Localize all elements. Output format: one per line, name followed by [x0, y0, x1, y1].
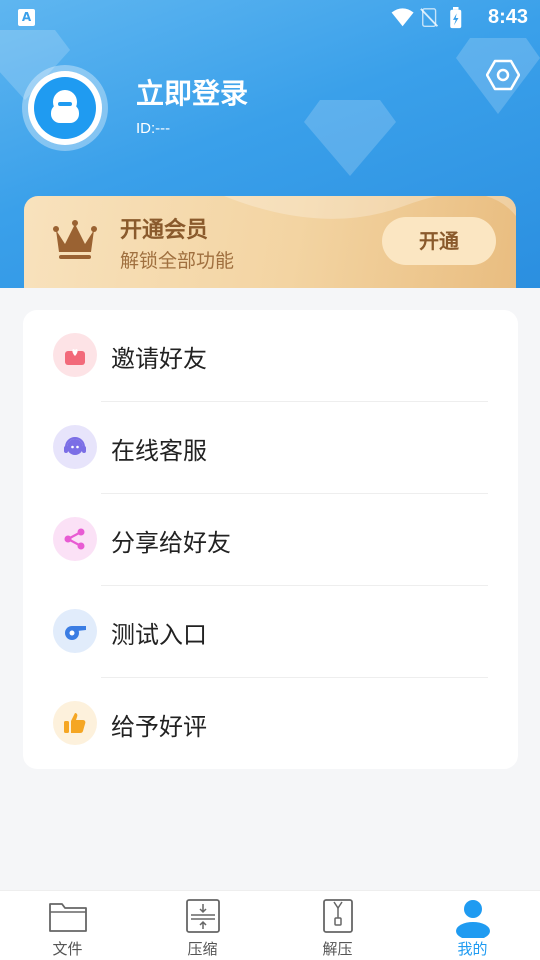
- tab-files[interactable]: 文件: [0, 891, 135, 960]
- tab-mine[interactable]: 我的: [405, 891, 540, 960]
- folder-icon: [49, 903, 87, 932]
- user-avatar-icon: [51, 90, 79, 123]
- menu-item-test-entry[interactable]: 测试入口: [23, 586, 518, 678]
- tab-label: 解压: [322, 940, 353, 958]
- menu-item-rate[interactable]: 给予好评: [23, 678, 518, 770]
- zip-file-icon: [323, 899, 353, 933]
- menu-item-share[interactable]: 分享给好友: [23, 494, 518, 586]
- user-id: ID:---: [136, 120, 171, 137]
- menu-label: 在线客服: [111, 437, 207, 465]
- diamond-decoration-icon: [304, 100, 396, 176]
- avatar[interactable]: [28, 71, 102, 145]
- menu-label: 给予好评: [111, 713, 207, 741]
- vip-banner[interactable]: 开通会员 解锁全部功能 开通: [24, 196, 516, 288]
- tab-compress[interactable]: 压缩: [135, 891, 270, 960]
- profile-header: A 8:43 立即登录 ID:--- 开通会员 解锁全部功能 开通: [0, 0, 540, 288]
- system-status-icons: [391, 7, 462, 29]
- user-icon: [456, 900, 490, 938]
- menu-card: 邀请好友 在线客服 分享给好友 测试入口 给予好评: [23, 310, 518, 769]
- status-bar: A 8:43: [0, 0, 540, 36]
- tab-label: 压缩: [187, 940, 218, 958]
- tab-extract[interactable]: 解压: [270, 891, 405, 960]
- share-icon: [53, 517, 97, 561]
- menu-label: 分享给好友: [111, 529, 231, 557]
- headset-icon: [53, 425, 97, 469]
- tab-label: 文件: [52, 940, 83, 958]
- vip-title: 开通会员: [120, 218, 209, 243]
- app-notification-icon: A: [18, 9, 35, 26]
- tab-label: 我的: [457, 940, 488, 958]
- clock: 8:43: [487, 6, 528, 28]
- menu-label: 测试入口: [111, 621, 207, 649]
- gift-icon: [53, 333, 97, 377]
- crown-icon: [53, 220, 97, 259]
- vip-open-button[interactable]: 开通: [382, 217, 496, 265]
- whistle-icon: [53, 609, 97, 653]
- login-link[interactable]: 立即登录: [136, 72, 248, 112]
- menu-item-invite-friends[interactable]: 邀请好友: [23, 310, 518, 402]
- bottom-tab-bar: 文件 压缩 解压 我的: [0, 890, 540, 960]
- vip-subtitle: 解锁全部功能: [120, 250, 235, 272]
- thumbs-up-icon: [53, 701, 97, 745]
- compress-icon: [186, 899, 220, 933]
- menu-label: 邀请好友: [111, 345, 207, 373]
- menu-item-customer-service[interactable]: 在线客服: [23, 402, 518, 494]
- settings-icon[interactable]: [486, 58, 520, 92]
